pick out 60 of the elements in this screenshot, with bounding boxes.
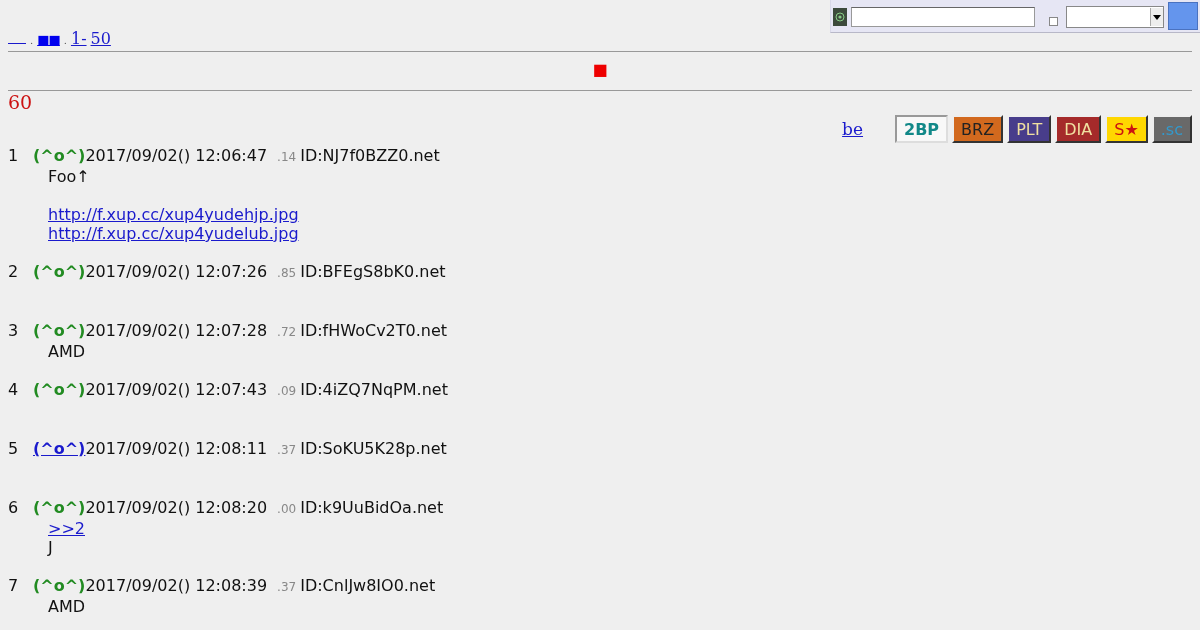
post-fraction: .09 — [277, 383, 297, 400]
post-fraction: .72 — [277, 324, 297, 341]
post-link[interactable]: http://f.xup.cc/xup4yudehjp.jpg — [48, 205, 299, 224]
poster-name: (^o^) — [33, 498, 86, 517]
nav-link[interactable]: ■■ — [37, 32, 60, 47]
post-id: ID:k9UuBidOa.net — [300, 498, 444, 517]
post-number: 1 — [8, 146, 20, 167]
post-id: ID:CnlJw8IO0.net — [300, 576, 436, 595]
post-fraction: .00 — [277, 501, 297, 518]
nav-link[interactable]: 50 — [90, 29, 111, 48]
post-link[interactable]: http://f.xup.cc/xup4yudelub.jpg — [48, 224, 299, 243]
post-number: 3 — [8, 321, 20, 342]
post-text: AMD — [48, 342, 86, 361]
post-date: 2017/09/02() 12:07:26 — [85, 262, 268, 281]
be-link[interactable]: be — [842, 119, 864, 139]
view-button[interactable]: DIA — [1055, 115, 1102, 143]
post-date: 2017/09/02() 12:07:28 — [85, 321, 268, 340]
view-button[interactable]: 2BP — [895, 115, 949, 143]
post-number: 5 — [8, 439, 20, 460]
post-text: J — [48, 538, 53, 557]
post-date: 2017/09/02() 12:08:39 — [85, 576, 268, 595]
post-number: 2 — [8, 262, 20, 283]
square-mark: ■ — [592, 61, 608, 78]
separator-dot: . — [30, 35, 34, 46]
post-date: 2017/09/02() 12:07:43 — [85, 380, 268, 399]
poster-name: (^o^) — [33, 576, 86, 595]
poster-name-link[interactable]: (^o^) — [33, 439, 86, 458]
post-fraction: .14 — [277, 149, 297, 166]
nav-link[interactable]: 1- — [70, 29, 87, 48]
separator-dot: . — [63, 35, 67, 46]
post-fraction: .85 — [277, 265, 297, 282]
target-icon — [833, 8, 847, 26]
search-field[interactable] — [851, 7, 1035, 27]
poster-name: (^o^) — [33, 321, 86, 340]
post-link[interactable]: >>2 — [48, 519, 85, 538]
post-date: 2017/09/02() 12:08:11 — [85, 439, 268, 458]
post-id: ID:4iZQ7NqPM.net — [300, 380, 448, 399]
post-text: AMD — [48, 597, 86, 616]
view-button[interactable]: PLT — [1007, 115, 1052, 143]
post-id: ID:fHWoCv2T0.net — [300, 321, 448, 340]
view-button[interactable]: S★ — [1105, 115, 1148, 143]
post-id: ID:NJ7f0BZZ0.net — [300, 146, 440, 165]
dropdown[interactable] — [1066, 6, 1164, 28]
post-id: ID:SoKU5K28p.net — [300, 439, 447, 458]
view-button[interactable]: BRZ — [952, 115, 1004, 143]
post-date: 2017/09/02() 12:08:20 — [85, 498, 268, 517]
post-number: 6 — [8, 498, 20, 519]
post-fraction: .37 — [277, 579, 297, 596]
poster-name: (^o^) — [33, 262, 86, 281]
post-count: 60 — [8, 91, 34, 113]
post-date: 2017/09/02() 12:06:47 — [85, 146, 268, 165]
post-number: 4 — [8, 380, 20, 401]
post-fraction: .37 — [277, 442, 297, 459]
poster-name: (^o^) — [33, 146, 86, 165]
post-text: Foo↑ — [48, 167, 90, 186]
checkbox[interactable] — [1049, 16, 1058, 26]
post-id: ID:BFEgS8bK0.net — [300, 262, 446, 281]
post-number: 7 — [8, 576, 20, 597]
caret-icon — [1150, 8, 1163, 26]
poster-name: (^o^) — [33, 380, 86, 399]
